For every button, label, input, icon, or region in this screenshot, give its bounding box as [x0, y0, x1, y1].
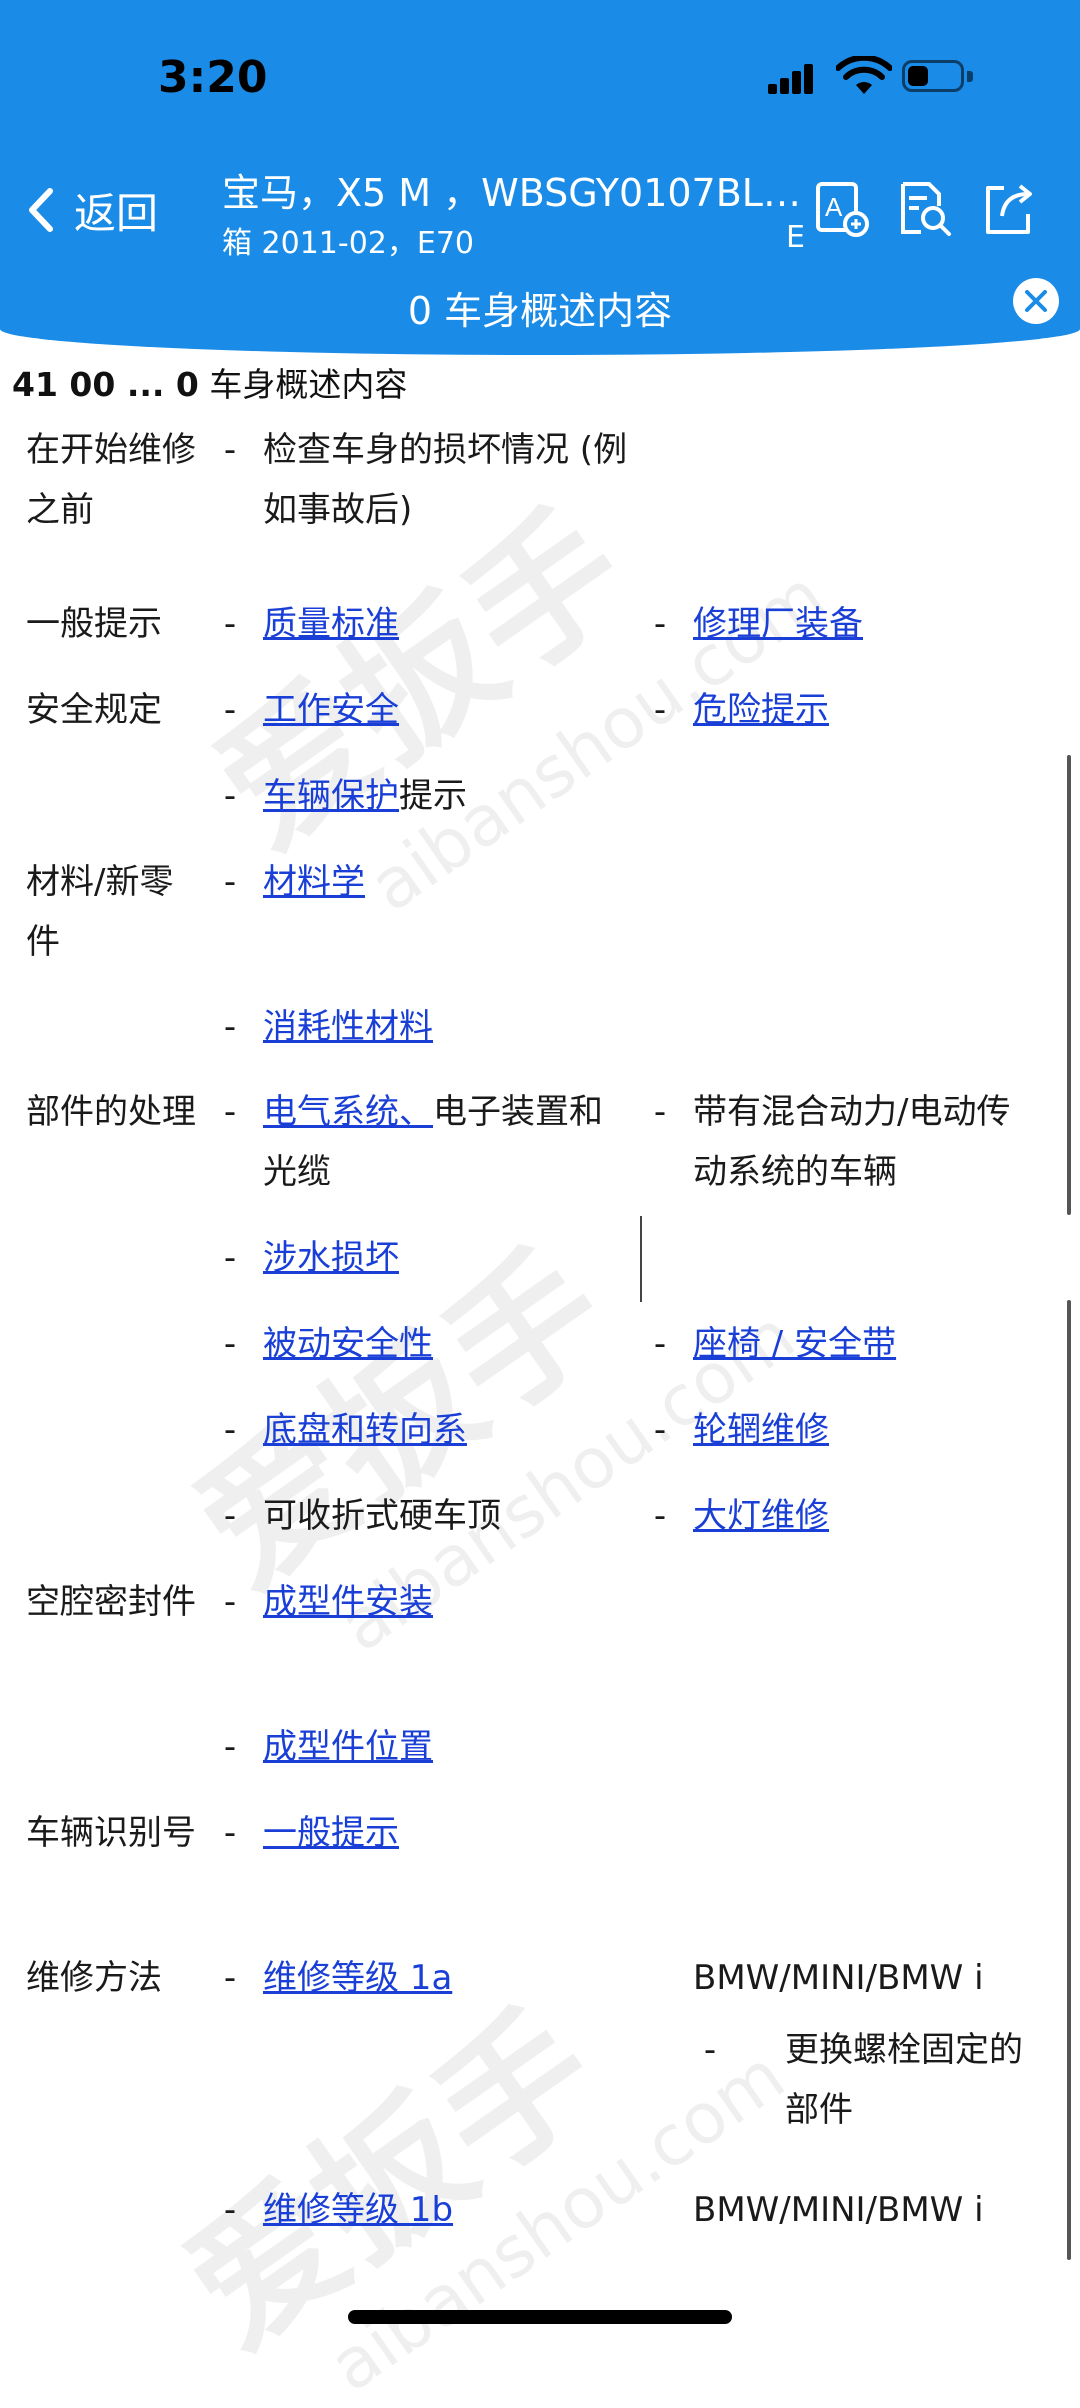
link-rim-repair[interactable]: 轮辋维修 — [693, 1400, 829, 1460]
category-label: 在开始维修之前 — [26, 430, 196, 530]
list-item: 电气系统、电子装置和光缆 — [263, 1082, 623, 1202]
category-label: 材料/新零件 — [26, 862, 174, 962]
scrollbar[interactable] — [1067, 755, 1071, 1215]
link-molded-part-installation[interactable]: 成型件安装 — [263, 1572, 433, 1632]
link-repair-level-1a[interactable]: 维修等级 1a — [263, 1948, 452, 2008]
list-dash: - — [223, 1324, 237, 1364]
link-headlight-repair[interactable]: 大灯维修 — [693, 1486, 829, 1546]
list-dash: - — [653, 604, 667, 644]
list-dash: - — [223, 430, 237, 470]
link-electrical-systems[interactable]: 电气系统、 — [263, 1092, 433, 1132]
content-table: 在开始维修之前 - 检查车身的损坏情况 (例如事故后) 一般提示 - 质量标准 … — [0, 0, 1080, 2347]
category-label: 一般提示 — [26, 604, 162, 644]
list-dash: - — [223, 1092, 237, 1132]
list-item-text: 可收折式硬车顶 — [263, 1496, 501, 1536]
list-item: 车辆保护提示 — [263, 766, 623, 826]
link-work-safety[interactable]: 工作安全 — [263, 680, 399, 740]
list-dash: - — [223, 1496, 237, 1536]
scrollbar[interactable] — [1067, 1300, 1071, 2260]
list-item-text: 更换螺栓固定的部件 — [785, 2030, 1023, 2130]
list-dash: - — [223, 1007, 237, 1047]
list-dash: - — [223, 1410, 237, 1450]
list-dash: - — [223, 1813, 237, 1853]
link-passive-safety[interactable]: 被动安全性 — [263, 1314, 433, 1374]
link-quality-standard[interactable]: 质量标准 — [263, 594, 399, 654]
list-dash: - — [223, 2190, 237, 2230]
list-item-suffix: 提示 — [399, 776, 467, 816]
list-dash: - — [223, 1238, 237, 1278]
brand-label: BMW/MINI/BMW i — [693, 2190, 984, 2230]
list-item-text: 检查车身的损坏情况 (例如事故后) — [263, 430, 628, 530]
list-dash: - — [703, 2030, 717, 2070]
list-dash: - — [223, 776, 237, 816]
category-label: 维修方法 — [26, 1958, 162, 1998]
list-dash: - — [223, 604, 237, 644]
link-vehicle-protection[interactable]: 车辆保护 — [263, 776, 399, 816]
link-workshop-equipment[interactable]: 修理厂装备 — [693, 594, 863, 654]
column-divider — [640, 1216, 642, 1302]
list-dash: - — [653, 1496, 667, 1536]
brand-label: BMW/MINI/BMW i — [693, 1958, 984, 1998]
link-general-notes[interactable]: 一般提示 — [263, 1803, 399, 1863]
link-material-science[interactable]: 材料学 — [263, 852, 365, 912]
list-dash: - — [223, 690, 237, 730]
list-dash: - — [223, 1958, 237, 1998]
category-label: 空腔密封件 — [26, 1582, 196, 1622]
link-chassis-steering[interactable]: 底盘和转向系 — [263, 1400, 467, 1460]
category-label: 部件的处理 — [26, 1092, 196, 1132]
category-label: 车辆识别号 — [26, 1813, 196, 1853]
list-dash: - — [223, 1727, 237, 1767]
link-consumables[interactable]: 消耗性材料 — [263, 997, 433, 1057]
list-dash: - — [653, 1324, 667, 1364]
link-hazard-notes[interactable]: 危险提示 — [693, 680, 829, 740]
list-item-text: 带有混合动力/电动传动系统的车辆 — [693, 1092, 1011, 1192]
home-indicator[interactable] — [348, 2310, 732, 2324]
category-label: 安全规定 — [26, 690, 162, 730]
list-dash: - — [653, 1092, 667, 1132]
link-molded-part-position[interactable]: 成型件位置 — [263, 1717, 433, 1777]
link-seats-seatbelts[interactable]: 座椅 / 安全带 — [693, 1314, 896, 1374]
list-dash: - — [223, 1582, 237, 1622]
link-water-damage[interactable]: 涉水损坏 — [263, 1228, 399, 1288]
list-dash: - — [653, 1410, 667, 1450]
list-dash: - — [223, 862, 237, 902]
link-repair-level-1b[interactable]: 维修等级 1b — [263, 2180, 453, 2240]
list-dash: - — [653, 690, 667, 730]
